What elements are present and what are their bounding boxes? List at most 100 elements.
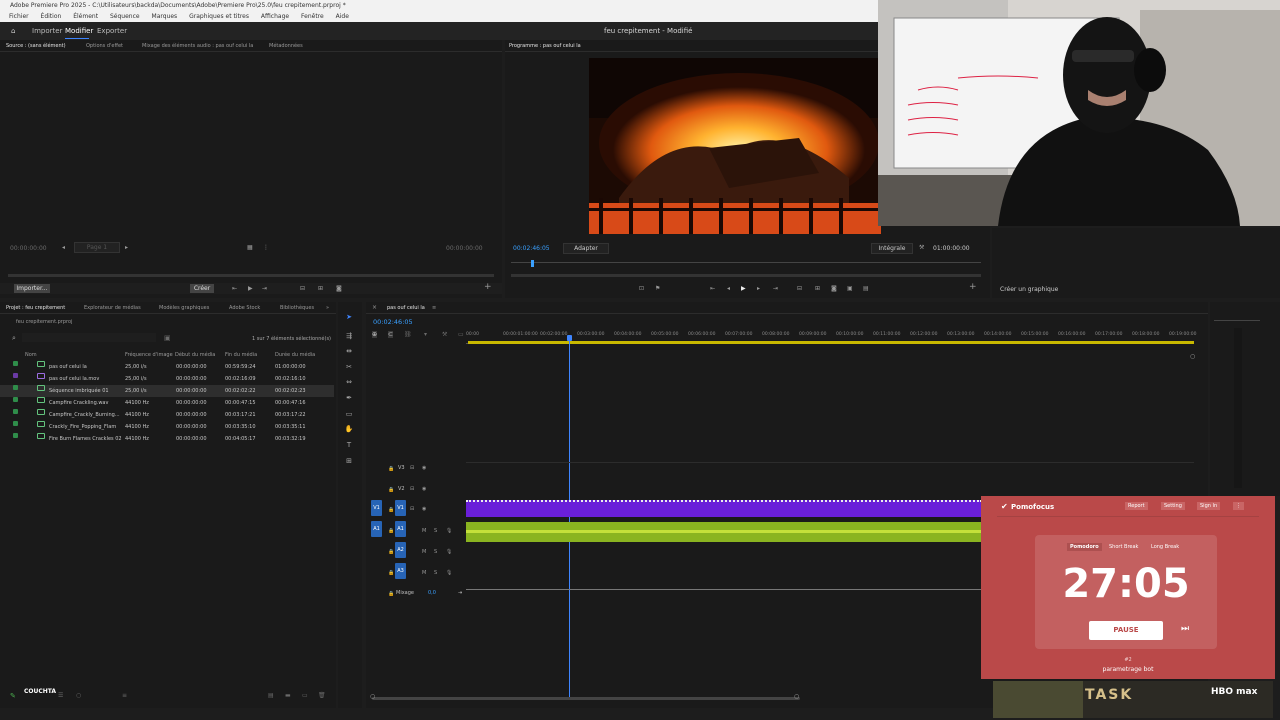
extract-icon[interactable]: ⊞ — [815, 284, 820, 293]
project-row[interactable]: Crackly_Fire_Popping_Flam 44100 Hz 00:00:0… — [0, 421, 334, 433]
lock-a1-icon[interactable]: 🔒 — [388, 528, 394, 534]
menu-affichage[interactable]: Affichage — [261, 13, 289, 20]
source-patch-a1[interactable]: A1 — [371, 521, 382, 537]
step-back-icon[interactable]: ◂ — [727, 284, 730, 293]
tab-media-browser[interactable]: Explorateur de médias — [84, 302, 141, 314]
caption-tool-icon[interactable]: ⊞ — [344, 456, 354, 466]
export-frame-program-icon[interactable]: ◙ — [831, 284, 837, 293]
project-row[interactable]: Campfire_Crackly_Burning... 44100 Hz 00:00… — [0, 409, 334, 421]
prev-page-icon[interactable]: ◂ — [62, 243, 65, 252]
timeline-playhead[interactable] — [569, 337, 570, 699]
a2-mic-icon[interactable]: 🎙 — [446, 549, 452, 555]
marker-icon[interactable]: ⚑ — [655, 284, 660, 293]
menu-sequence[interactable]: Séquence — [110, 13, 140, 20]
mark-in-icon[interactable]: ⇤ — [232, 284, 237, 293]
lock-v1-icon[interactable]: 🔒 — [388, 507, 394, 513]
quality-select[interactable]: Intégrale — [871, 243, 913, 254]
tab-source[interactable]: Source : (sans élément) — [6, 40, 66, 52]
ripple-edit-icon[interactable]: ⇹ — [344, 346, 354, 356]
track-v1-button[interactable]: V1 — [395, 500, 406, 516]
fit-select[interactable]: Adapter — [563, 243, 609, 254]
wrench-icon[interactable]: ⚒ — [919, 243, 924, 252]
go-to-out-icon[interactable]: ⇥ — [773, 284, 778, 293]
program-scrubber[interactable] — [511, 274, 981, 277]
skip-icon[interactable]: ⏭ — [1181, 624, 1189, 634]
type-tool-icon[interactable]: T — [344, 440, 354, 450]
sort-icon[interactable]: ≡ — [122, 692, 127, 699]
insert-icon[interactable]: ⊟ — [300, 284, 305, 293]
multicam-icon[interactable]: ▤ — [863, 284, 869, 293]
v3-sync-icon[interactable]: ⊟ — [410, 465, 414, 471]
track-a1-button[interactable]: A1 — [395, 521, 406, 537]
create-button[interactable]: Créer — [190, 284, 214, 293]
close-tab-icon[interactable]: × — [372, 302, 377, 314]
camera-icon[interactable]: ◙ — [336, 284, 342, 293]
a1-mute-icon[interactable]: M — [422, 528, 426, 534]
next-page-icon[interactable]: ▸ — [125, 243, 128, 252]
playhead-handle[interactable] — [567, 335, 572, 341]
v2-sync-icon[interactable]: ⊟ — [410, 486, 414, 492]
lock-a2-icon[interactable]: 🔒 — [388, 549, 394, 555]
menu-element[interactable]: Élément — [73, 13, 98, 20]
settings-wrench-icon[interactable]: ⚒ — [442, 331, 447, 338]
list-view-icon[interactable]: ☰ — [58, 692, 63, 699]
add-marker-icon[interactable]: ▾ — [424, 331, 427, 338]
export-frame-icon[interactable]: ⋮ — [263, 243, 269, 252]
trash-icon[interactable]: 🗑 — [318, 692, 326, 699]
step-fwd-icon[interactable]: ▸ — [757, 284, 760, 293]
scroll-end-icon[interactable]: ○ — [794, 693, 799, 700]
tab-effect-options[interactable]: Options d'effet — [86, 40, 123, 52]
snap-icon[interactable]: ⊂ — [388, 331, 394, 338]
tab-menu-icon[interactable]: ≡ — [432, 302, 436, 314]
work-area-bar[interactable] — [468, 341, 1194, 344]
pause-button[interactable]: PAUSE — [1089, 621, 1163, 640]
audio-clip[interactable] — [466, 522, 982, 542]
lock-a3-icon[interactable]: 🔒 — [388, 570, 394, 576]
scroll-start-icon[interactable]: ○ — [370, 693, 375, 700]
more-tabs-icon[interactable]: » — [326, 302, 329, 314]
scroll-handle-icon[interactable]: ○ — [1190, 353, 1195, 360]
tab-project[interactable]: Projet : feu crepitement — [6, 302, 65, 314]
track-select-icon[interactable]: ⇶ — [344, 331, 354, 341]
home-icon[interactable]: ⌂ — [11, 22, 15, 40]
tab-graphic-templates[interactable]: Modèles graphiques — [159, 302, 209, 314]
project-row[interactable]: Séquence imbriquée 01 25,00 i/s 00:00:00:0… — [0, 385, 334, 397]
more-icon[interactable]: ⋮ — [1233, 502, 1244, 510]
mode-long-break[interactable]: Long Break — [1151, 544, 1179, 550]
linked-icon[interactable]: ⛓ — [404, 331, 412, 338]
mode-short-break[interactable]: Short Break — [1109, 544, 1138, 550]
captions-icon[interactable]: ▭ — [458, 331, 464, 338]
setting-button[interactable]: Setting — [1161, 502, 1185, 510]
slip-icon[interactable]: ⇔ — [344, 377, 354, 387]
v3-eye-icon[interactable]: ◉ — [422, 465, 426, 471]
add-button-icon[interactable]: + — [484, 283, 492, 292]
tab-sequence[interactable]: pas ouf celui la — [387, 302, 425, 314]
track-a3-button[interactable]: A3 — [395, 563, 406, 579]
zoom-slider-icon[interactable]: ○ — [76, 692, 81, 699]
compare-icon[interactable]: ▣ — [847, 284, 853, 293]
automate-icon[interactable]: ▤ — [268, 692, 274, 699]
program-play-icon[interactable]: ▶ — [741, 284, 746, 293]
mix-end-icon[interactable]: ⇥ — [458, 590, 462, 596]
selection-tool-icon[interactable]: ➤ — [344, 312, 354, 322]
a1-mic-icon[interactable]: 🎙 — [446, 528, 452, 534]
project-row[interactable]: Campfire Crackling.wav 44100 Hz 00:00:00:0… — [0, 397, 334, 409]
tab-audio-mixer[interactable]: Mixage des éléments audio : pas ouf celu… — [142, 40, 253, 52]
report-button[interactable]: Report — [1125, 502, 1148, 510]
col-name[interactable]: Nom — [25, 349, 37, 361]
lift-edit-icon[interactable]: ⊟ — [797, 284, 802, 293]
create-graphic-button[interactable]: Créer un graphique — [1000, 285, 1058, 294]
a1-solo-icon[interactable]: S — [434, 528, 437, 534]
a2-solo-icon[interactable]: S — [434, 549, 437, 555]
video-clip[interactable] — [466, 500, 982, 517]
a3-mute-icon[interactable]: M — [422, 570, 426, 576]
program-timecode[interactable]: 00:02:46:05 — [513, 245, 550, 252]
tab-program[interactable]: Programme : pas ouf celui la — [509, 40, 581, 52]
step-forward-icon[interactable]: ⇥ — [262, 284, 267, 293]
v1-sync-icon[interactable]: ⊟ — [410, 506, 414, 512]
program-playhead[interactable] — [531, 260, 534, 267]
menu-edition[interactable]: Édition — [41, 13, 62, 20]
tab-metadata[interactable]: Métadonnées — [269, 40, 303, 52]
a2-mute-icon[interactable]: M — [422, 549, 426, 555]
track-a2-button[interactable]: A2 — [395, 542, 406, 558]
